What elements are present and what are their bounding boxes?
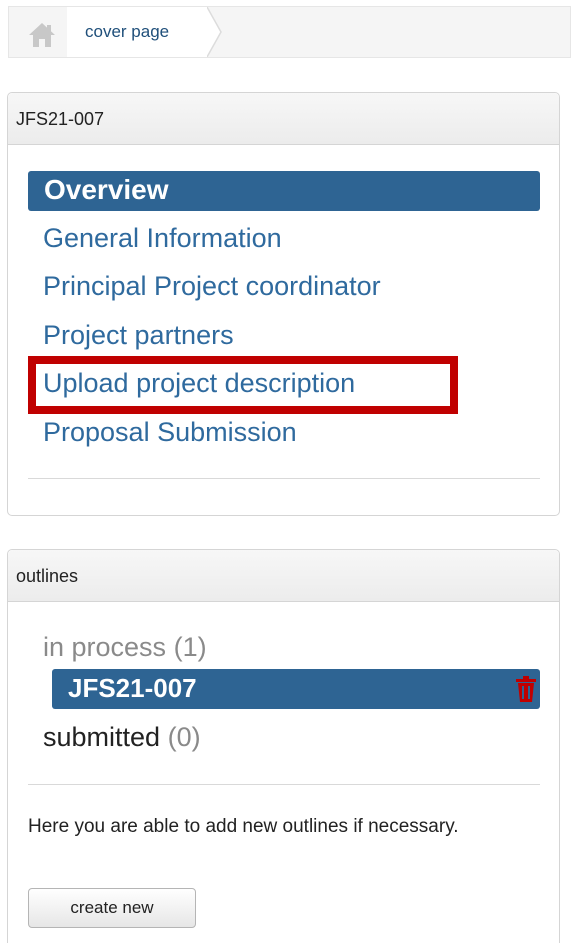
create-new-button[interactable]: create new (28, 888, 196, 928)
category-in-process[interactable]: in process (1) (43, 632, 207, 663)
category-in-process-label: in process (43, 632, 167, 662)
outlines-panel: outlines in process (1) JFS21-007 submit… (7, 549, 560, 943)
divider (28, 784, 540, 785)
outline-item-label[interactable]: JFS21-007 (68, 673, 197, 704)
breadcrumb-item-cover-page[interactable]: cover page (67, 7, 221, 57)
nav-link-general-information[interactable]: General Information (43, 223, 282, 254)
home-icon[interactable] (27, 21, 57, 49)
category-submitted[interactable]: submitted (0) (43, 722, 201, 753)
trash-icon[interactable] (514, 675, 538, 703)
outlines-panel-title: outlines (8, 550, 559, 602)
highlight-annotation (28, 356, 458, 414)
divider (28, 478, 540, 479)
nav-link-principal-project-coordinator[interactable]: Principal Project coordinator (43, 271, 381, 302)
breadcrumb: cover page (8, 6, 571, 58)
nav-link-project-partners[interactable]: Project partners (43, 320, 234, 351)
outline-item[interactable]: JFS21-007 (52, 669, 540, 709)
nav-link-proposal-submission[interactable]: Proposal Submission (43, 417, 297, 448)
project-panel-title: JFS21-007 (8, 93, 559, 145)
nav-item-overview-label[interactable]: Overview (44, 174, 169, 206)
breadcrumb-label[interactable]: cover page (85, 22, 169, 42)
info-text: Here you are able to add new outlines if… (28, 816, 459, 837)
category-submitted-count: (0) (167, 722, 201, 752)
category-in-process-count: (1) (173, 632, 207, 662)
category-submitted-label: submitted (43, 722, 161, 752)
nav-item-overview[interactable]: Overview (28, 171, 540, 211)
breadcrumb-separator (207, 7, 222, 57)
project-panel: JFS21-007 Overview General Information P… (7, 92, 560, 516)
